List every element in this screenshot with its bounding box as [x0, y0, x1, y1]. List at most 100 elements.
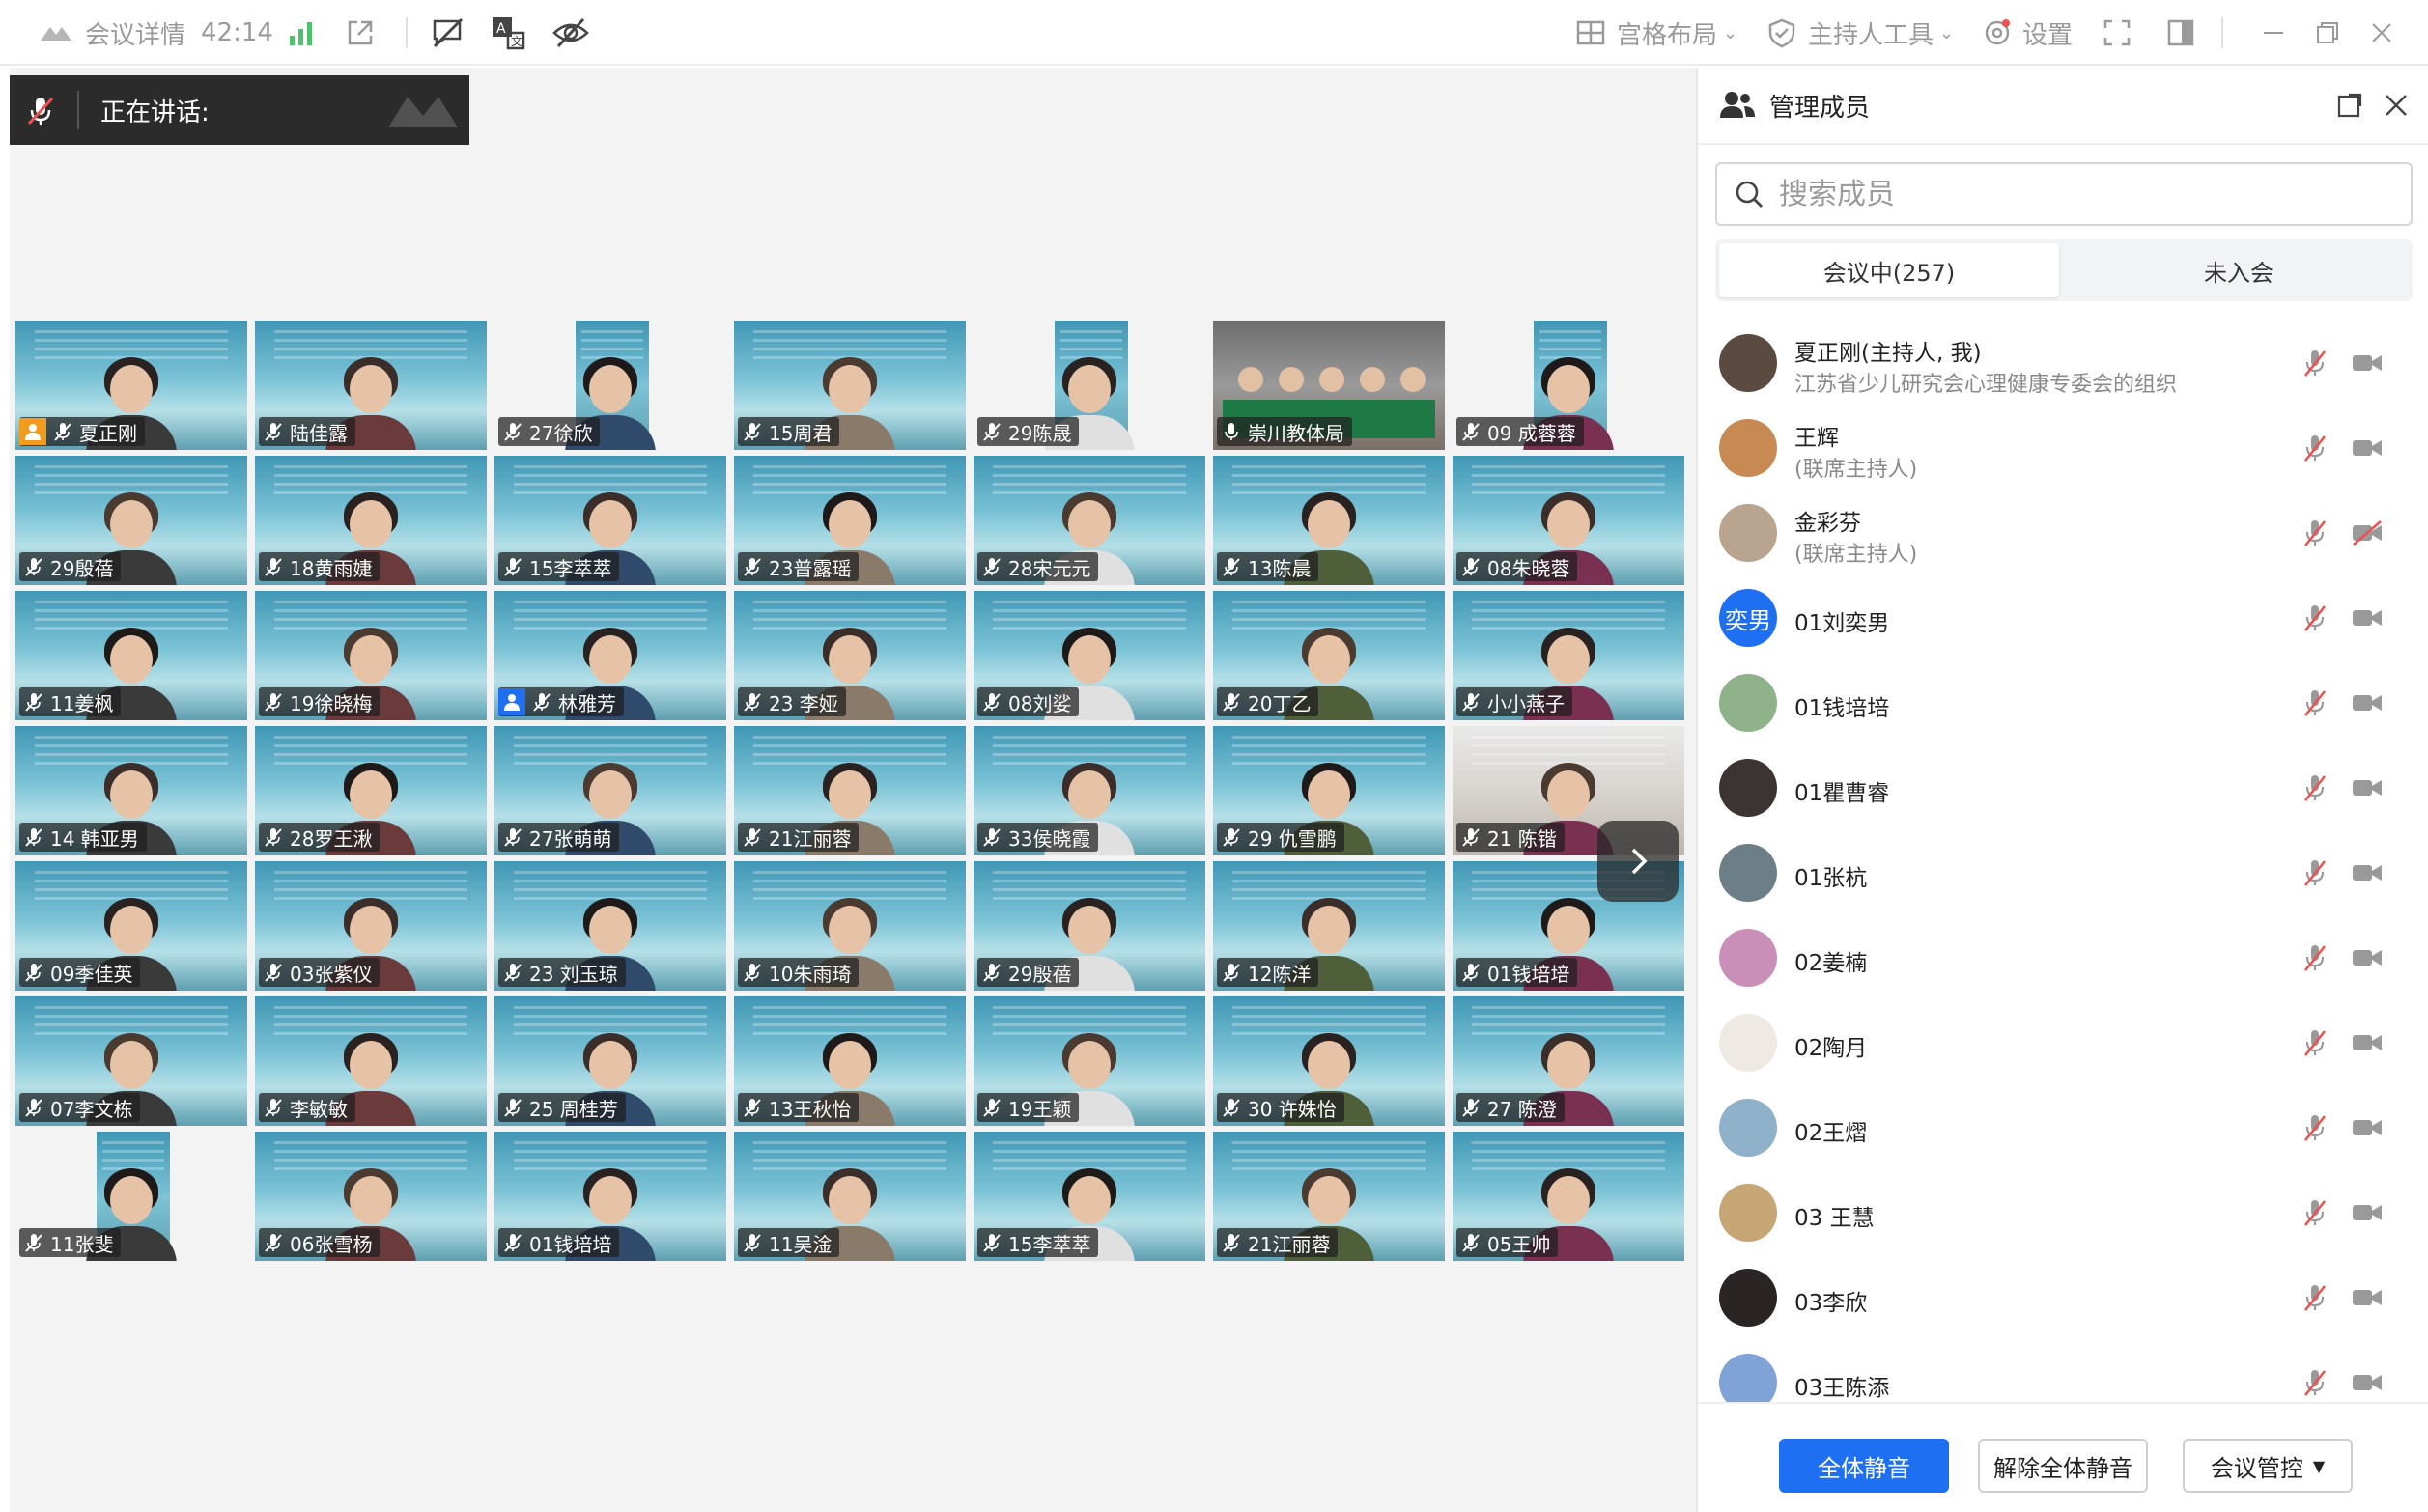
- maximize-button[interactable]: [2314, 0, 2341, 66]
- camera-icon[interactable]: [2351, 1029, 2384, 1056]
- mic-muted-icon[interactable]: [2301, 1112, 2329, 1143]
- participant-tile[interactable]: 23 刘玉琼: [494, 861, 726, 992]
- participant-tile[interactable]: 29殷蓓: [974, 861, 1205, 992]
- participant-tile[interactable]: 15李萃萃: [494, 456, 726, 586]
- mute-all-button[interactable]: 全体静音: [1779, 1439, 1949, 1493]
- participant-tile[interactable]: 11姜枫: [15, 591, 247, 721]
- participant-tile[interactable]: 15李萃萃: [974, 1132, 1205, 1262]
- next-page-button[interactable]: [1597, 821, 1679, 902]
- member-row[interactable]: 03李欣: [1698, 1255, 2428, 1340]
- settings-button[interactable]: 设置: [1980, 0, 2073, 66]
- participant-tile[interactable]: 李敏敏: [255, 996, 487, 1127]
- camera-icon[interactable]: [2351, 1114, 2384, 1141]
- member-row[interactable]: 王辉 (联席主持人): [1698, 406, 2428, 490]
- participant-tile[interactable]: 18黄雨婕: [255, 456, 487, 586]
- participant-tile[interactable]: 08朱晓蓉: [1453, 456, 1684, 586]
- participant-tile[interactable]: 07李文栋: [15, 996, 247, 1127]
- camera-icon[interactable]: [2351, 774, 2384, 801]
- popout-window-button[interactable]: [344, 0, 377, 66]
- mic-muted-icon[interactable]: [2301, 1367, 2329, 1398]
- participant-tile[interactable]: 25 周桂芳: [494, 996, 726, 1127]
- participant-tile[interactable]: 林雅芳: [494, 591, 726, 721]
- mic-muted-icon[interactable]: [2301, 1027, 2329, 1058]
- participant-tile[interactable]: 23普露瑶: [734, 456, 966, 586]
- participant-tile[interactable]: 20丁乙: [1213, 591, 1445, 721]
- participant-tile[interactable]: 小小燕子: [1453, 591, 1684, 721]
- member-row[interactable]: 金彩芬 (联席主持人): [1698, 490, 2428, 575]
- participant-tile[interactable]: 01钱培培: [494, 1132, 726, 1262]
- participant-tile[interactable]: 29殷蓓: [15, 456, 247, 586]
- participant-tile[interactable]: 09季佳英: [15, 861, 247, 992]
- participant-tile[interactable]: 12陈洋: [1213, 861, 1445, 992]
- participant-tile[interactable]: 30 许姝怡: [1213, 996, 1445, 1127]
- participant-tile[interactable]: 19王颖: [974, 996, 1205, 1127]
- participant-tile[interactable]: 29陈晟: [974, 321, 1205, 451]
- camera-icon[interactable]: [2351, 350, 2384, 377]
- participant-tile[interactable]: 21江丽蓉: [1213, 1132, 1445, 1262]
- popout-panel-icon[interactable]: [2335, 91, 2364, 120]
- participant-tile[interactable]: 夏正刚: [15, 321, 247, 451]
- tab-not-joined[interactable]: 未入会: [2069, 243, 2409, 297]
- camera-icon[interactable]: [2351, 859, 2384, 886]
- camera-icon[interactable]: [2351, 604, 2384, 631]
- mic-muted-icon[interactable]: [2301, 433, 2329, 463]
- participant-tile[interactable]: 08刘娑: [974, 591, 1205, 721]
- member-row[interactable]: 03王陈添: [1698, 1340, 2428, 1402]
- tab-in-meeting[interactable]: 会议中(257): [1719, 243, 2059, 297]
- member-row[interactable]: 奕男 01刘奕男: [1698, 575, 2428, 660]
- participant-tile[interactable]: 崇川教体局: [1213, 321, 1445, 451]
- member-row[interactable]: 02王熠: [1698, 1085, 2428, 1170]
- fullscreen-button[interactable]: [2102, 0, 2132, 66]
- sidebar-toggle-button[interactable]: [2165, 0, 2196, 66]
- participant-tile[interactable]: 28罗王湫: [255, 726, 487, 856]
- participant-tile[interactable]: 15周君: [734, 321, 966, 451]
- translate-button[interactable]: A 文: [489, 0, 527, 66]
- meeting-control-dropdown[interactable]: 会议管控 ▼: [2183, 1439, 2353, 1493]
- participant-tile[interactable]: 09 成蓉蓉: [1453, 321, 1684, 451]
- participant-tile[interactable]: 21江丽蓉: [734, 726, 966, 856]
- camera-icon[interactable]: [2351, 1199, 2384, 1226]
- participant-tile[interactable]: 陆佳露: [255, 321, 487, 451]
- close-panel-icon[interactable]: [2382, 91, 2411, 120]
- meeting-details-button[interactable]: 会议详情: [35, 0, 185, 66]
- mic-muted-icon[interactable]: [2301, 857, 2329, 888]
- camera-icon[interactable]: [2351, 434, 2384, 462]
- participant-tile[interactable]: 10朱雨琦: [734, 861, 966, 992]
- member-row[interactable]: 夏正刚(主持人, 我) 江苏省少儿研究会心理健康专委会的组织: [1698, 321, 2428, 406]
- chat-disabled-button[interactable]: [429, 0, 467, 66]
- camera-icon[interactable]: [2351, 944, 2384, 971]
- participant-tile[interactable]: 11吴淦: [734, 1132, 966, 1262]
- mic-muted-icon[interactable]: [2301, 942, 2329, 973]
- member-row[interactable]: 02姜楠: [1698, 915, 2428, 1000]
- participant-tile[interactable]: 23 李娅: [734, 591, 966, 721]
- mic-muted-icon[interactable]: [2301, 518, 2329, 548]
- participant-tile[interactable]: 05王帅: [1453, 1132, 1684, 1262]
- participant-tile[interactable]: 03张紫仪: [255, 861, 487, 992]
- grid-layout-dropdown[interactable]: 宫格布局 ⌄: [1574, 0, 1737, 66]
- participant-tile[interactable]: 14 韩亚男: [15, 726, 247, 856]
- participant-tile[interactable]: 19徐晓梅: [255, 591, 487, 721]
- host-tools-dropdown[interactable]: 主持人工具 ⌄: [1765, 0, 1954, 66]
- mic-muted-icon[interactable]: [2301, 1197, 2329, 1228]
- member-row[interactable]: 01瞿曹睿: [1698, 745, 2428, 830]
- camera-off-icon[interactable]: [2351, 519, 2384, 546]
- unmute-all-button[interactable]: 解除全体静音: [1978, 1439, 2148, 1493]
- participant-tile[interactable]: 28宋元元: [974, 456, 1205, 586]
- camera-icon[interactable]: [2351, 1369, 2384, 1396]
- participant-tile[interactable]: 27 陈澄: [1453, 996, 1684, 1127]
- minimize-button[interactable]: [2260, 0, 2287, 66]
- participant-tile[interactable]: 11张斐: [15, 1132, 247, 1262]
- member-row[interactable]: 02陶月: [1698, 1000, 2428, 1085]
- hide-video-button[interactable]: [551, 0, 591, 66]
- mic-muted-icon[interactable]: [2301, 602, 2329, 633]
- camera-icon[interactable]: [2351, 1284, 2384, 1311]
- member-search-input[interactable]: [1779, 177, 2358, 211]
- camera-icon[interactable]: [2351, 689, 2384, 716]
- member-row[interactable]: 01张杭: [1698, 830, 2428, 915]
- mic-muted-icon[interactable]: [2301, 348, 2329, 378]
- participant-tile[interactable]: 29 仇雪鹏: [1213, 726, 1445, 856]
- participant-tile[interactable]: 06张雪杨: [255, 1132, 487, 1262]
- participant-tile[interactable]: 27徐欣: [494, 321, 726, 451]
- mic-muted-icon[interactable]: [2301, 772, 2329, 803]
- participant-tile[interactable]: 13王秋怡: [734, 996, 966, 1127]
